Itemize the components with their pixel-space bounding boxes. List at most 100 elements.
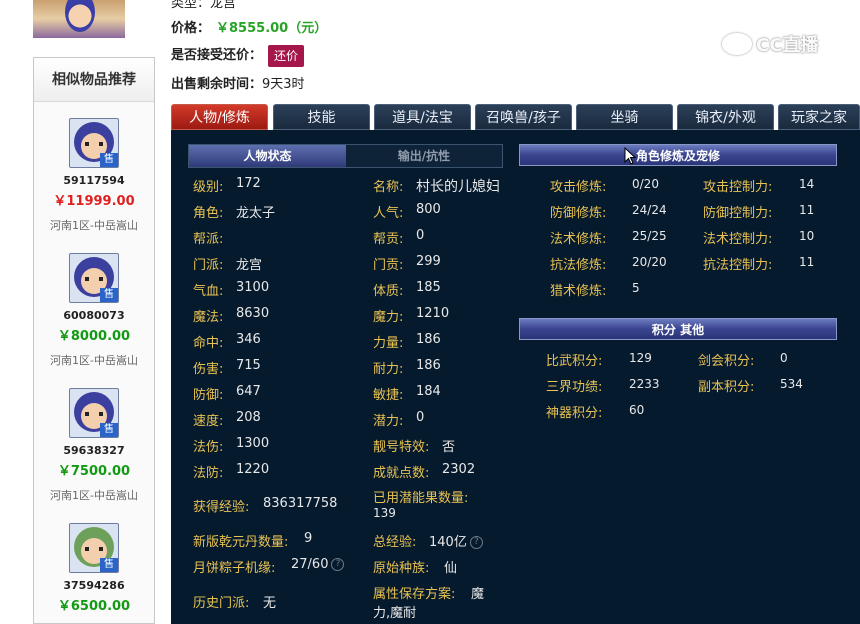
subtab-output[interactable]: 输出/抗性 — [346, 145, 502, 167]
score-value: 0 — [780, 351, 788, 365]
item-thumbnail[interactable]: 售 — [69, 253, 119, 303]
stat-value: 9 — [304, 531, 313, 546]
stat-value: 魔 — [471, 587, 485, 602]
tab-skills[interactable]: 技能 — [273, 104, 370, 130]
cult-label: 猎术修炼: — [550, 284, 607, 299]
stat-label: 总经验: — [373, 535, 417, 550]
tab-outfits[interactable]: 锦衣/外观 — [677, 104, 774, 130]
stat-label: 魔法: — [193, 310, 224, 325]
help-icon[interactable]: ? — [331, 558, 345, 571]
cult-value: 14 — [799, 177, 815, 191]
stat-label: 体质: — [373, 284, 404, 299]
cultivation-header: 角色修炼及宠修 — [519, 144, 837, 166]
stat-label: 防御: — [193, 388, 224, 403]
similar-item[interactable]: 售 37594286 ￥6500.00 — [34, 523, 154, 614]
price-value: ￥8555.00（元） — [216, 21, 328, 36]
price-row: 价格： ￥8555.00（元） — [171, 17, 327, 36]
item-thumbnail[interactable]: 售 — [69, 388, 119, 438]
stat-label: 成就点数: — [373, 466, 430, 481]
score-label: 剑会积分: — [698, 354, 755, 369]
help-icon[interactable]: ? — [469, 536, 483, 549]
stat-value: 172 — [236, 176, 261, 191]
stat-value: 184 — [416, 384, 441, 399]
stat-label: 帮派: — [193, 232, 224, 247]
stat-label: 已用潜能果数量: — [373, 491, 469, 506]
similar-items-box: 相似物品推荐 售 59117594 ￥11999.00 河南1区-中岳嵩山 售 … — [33, 57, 155, 624]
stat-value: 140亿? — [429, 531, 483, 550]
stat-label: 获得经验: — [193, 500, 250, 515]
tab-character[interactable]: 人物/修炼 — [171, 104, 268, 130]
similar-item[interactable]: 售 60080073 ￥8000.00 河南1区-中岳嵩山 — [34, 253, 154, 368]
score-value: 534 — [780, 377, 803, 391]
cc-live-watermark: CC直播 — [722, 30, 832, 58]
bargain-button[interactable]: 还价 — [268, 44, 305, 67]
cult-label: 法术控制力: — [703, 232, 773, 247]
stat-value: 龙太子 — [236, 206, 276, 221]
remain-label: 出售剩余时间： — [171, 77, 263, 92]
item-id: 59117594 — [63, 174, 125, 187]
stat-label: 力量: — [373, 336, 404, 351]
similar-item[interactable]: 售 59638327 ￥7500.00 河南1区-中岳嵩山 — [34, 388, 154, 503]
tab-home[interactable]: 玩家之家 — [778, 104, 860, 130]
stat-label: 魔力: — [373, 310, 404, 325]
stat-value: 力,魔耐 — [373, 606, 417, 621]
stat-label: 伤害: — [193, 362, 224, 377]
sub-tabs: 人物状态 输出/抗性 — [188, 144, 503, 168]
similar-items-sidebar: 相似物品推荐 售 59117594 ￥11999.00 河南1区-中岳嵩山 售 … — [33, 0, 155, 624]
stat-value: 村长的儿媳妇 — [416, 179, 500, 195]
stat-label: 月饼粽子机缘: — [193, 561, 276, 576]
cult-value: 25/25 — [632, 229, 667, 243]
tab-items[interactable]: 道具/法宝 — [374, 104, 471, 130]
stat-label: 敏捷: — [373, 388, 404, 403]
stat-value: 715 — [236, 358, 261, 373]
item-price: ￥7500.00 — [57, 464, 131, 479]
stat-value: 647 — [236, 384, 261, 399]
sold-badge: 售 — [100, 153, 118, 167]
stat-value: 2302 — [442, 462, 476, 477]
subtab-status[interactable]: 人物状态 — [189, 145, 346, 167]
similar-item[interactable]: 售 59117594 ￥11999.00 河南1区-中岳嵩山 — [34, 118, 154, 233]
item-thumbnail[interactable]: 售 — [69, 118, 119, 168]
stat-value: 186 — [416, 332, 441, 347]
item-id: 37594286 — [63, 579, 125, 592]
stat-value: 1300 — [236, 436, 270, 451]
score-header: 积分 其他 — [519, 318, 837, 340]
bargain-label: 是否接受还价： — [171, 48, 263, 63]
type-info: 类型：龙宫 — [171, 0, 237, 11]
stat-label: 属性保存方案: — [373, 587, 456, 602]
score-label: 神器积分: — [546, 406, 603, 421]
stat-value: 299 — [416, 254, 441, 269]
tab-mounts[interactable]: 坐骑 — [576, 104, 673, 130]
stat-value: 1220 — [236, 462, 270, 477]
stat-label: 门派: — [193, 258, 224, 273]
stat-label: 名称: — [373, 180, 404, 195]
detail-tabs: 人物/修炼 技能 道具/法宝 召唤兽/孩子 坐骑 锦衣/外观 玩家之家 — [171, 104, 860, 130]
stat-value: 8630 — [236, 306, 270, 321]
price-label: 价格： — [171, 21, 211, 36]
item-price: ￥11999.00 — [53, 194, 135, 209]
stat-value: 0 — [416, 228, 425, 243]
similar-items-title: 相似物品推荐 — [34, 58, 154, 102]
cult-label: 防御控制力: — [703, 206, 773, 221]
stat-value: 346 — [236, 332, 261, 347]
stat-label: 潜力: — [373, 414, 404, 429]
score-label: 三界功绩: — [546, 380, 603, 395]
mouse-cursor-icon — [624, 146, 637, 165]
cult-value: 5 — [632, 281, 640, 295]
stat-value: 龙宫 — [236, 258, 263, 273]
cult-value: 20/20 — [632, 255, 667, 269]
stat-label: 原始种族: — [373, 561, 430, 576]
item-thumbnail[interactable]: 售 — [69, 523, 119, 573]
stat-value: 否 — [442, 440, 456, 455]
cult-label: 攻击控制力: — [703, 180, 773, 195]
stat-value: 139 — [373, 506, 396, 520]
item-id: 60080073 — [63, 309, 125, 322]
item-server: 河南1区-中岳嵩山 — [50, 219, 138, 232]
remain-row: 出售剩余时间：9天3时 — [171, 73, 305, 92]
cult-label: 抗法控制力: — [703, 258, 773, 273]
remain-value: 9天3时 — [262, 77, 305, 92]
tab-pets[interactable]: 召唤兽/孩子 — [475, 104, 572, 130]
stat-label: 法伤: — [193, 440, 224, 455]
stat-value: 仙 — [444, 561, 458, 576]
stat-value: 185 — [416, 280, 441, 295]
